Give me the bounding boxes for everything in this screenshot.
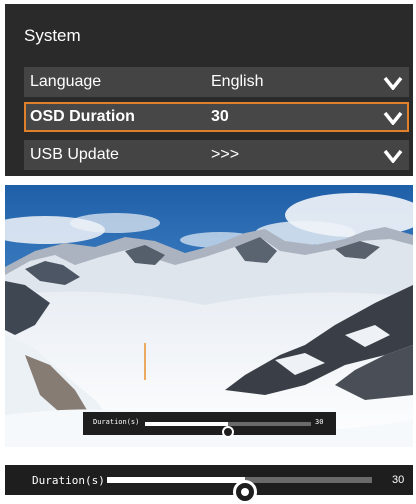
menu-row-label: USB Update <box>30 146 119 163</box>
menu-row-value: >>> <box>211 146 240 163</box>
duration-slider-fill <box>145 422 228 426</box>
chevron-down-icon[interactable] <box>383 149 403 163</box>
duration-slider-track[interactable] <box>145 422 311 438</box>
duration-label: Duration(s) <box>32 474 105 487</box>
osd-system-menu: System Language English OSD Duration 30 … <box>5 4 413 176</box>
mountain-preview: Duration(s) 30 <box>5 185 413 447</box>
menu-row-label: Language <box>30 73 102 90</box>
menu-row-value: English <box>211 73 264 90</box>
duration-value: 30 <box>392 474 405 486</box>
menu-title: System <box>24 26 81 45</box>
duration-bar-zoom[interactable]: Duration(s) 30 <box>5 465 413 504</box>
menu-row-osd-duration[interactable]: OSD Duration 30 <box>24 102 409 132</box>
duration-value: 30 <box>315 418 324 426</box>
menu-row-label: OSD Duration <box>30 108 135 125</box>
duration-slider-knob[interactable] <box>222 426 234 438</box>
duration-label: Duration(s) <box>93 418 140 426</box>
chevron-down-icon[interactable] <box>383 111 403 125</box>
landscape-image <box>5 185 413 447</box>
duration-slider-track[interactable] <box>107 477 372 504</box>
duration-bar-preview[interactable]: Duration(s) 30 <box>83 412 336 438</box>
chevron-down-icon[interactable] <box>383 76 403 90</box>
menu-row-usb-update[interactable]: USB Update >>> <box>24 140 409 170</box>
menu-row-value: 30 <box>211 108 229 125</box>
menu-row-language[interactable]: Language English <box>24 67 409 97</box>
duration-slider-fill <box>107 477 245 483</box>
duration-slider-knob[interactable] <box>232 480 257 504</box>
